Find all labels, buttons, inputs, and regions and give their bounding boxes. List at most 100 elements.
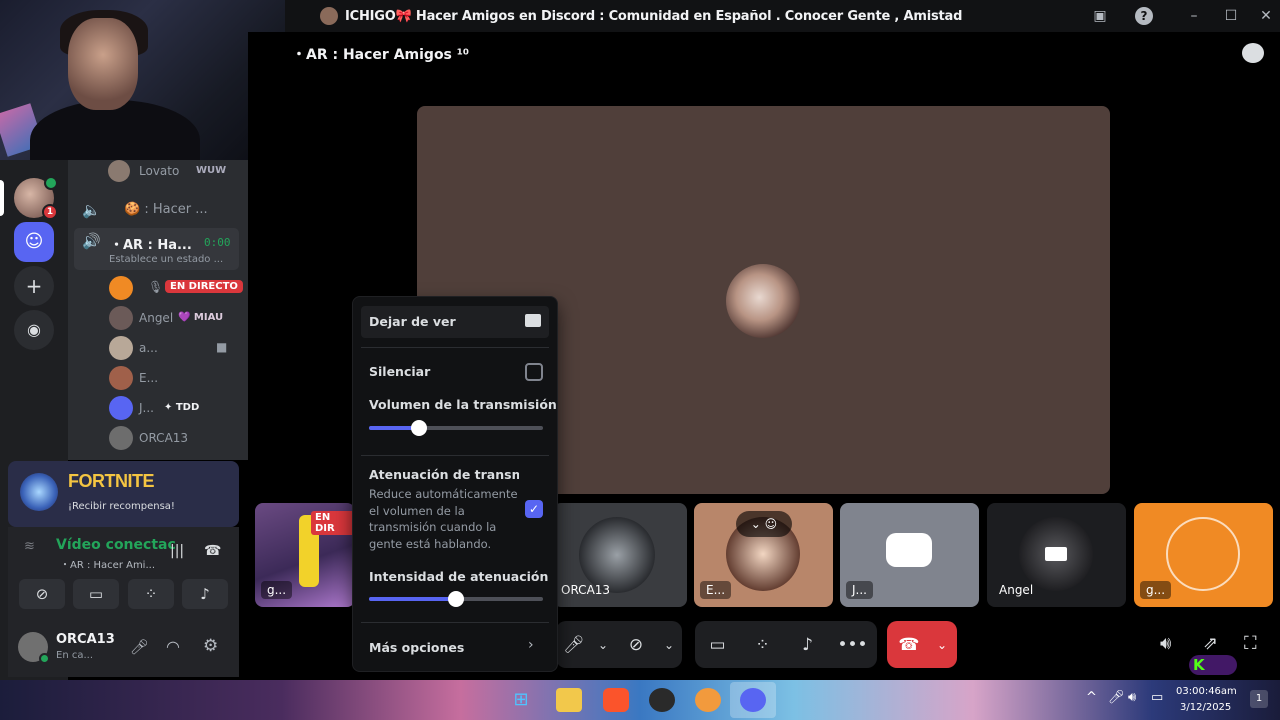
speaker-active-icon: 🔊 <box>82 232 101 250</box>
settings-gear-icon[interactable]: ⚙ <box>203 636 218 656</box>
voice-channel-item[interactable]: 🍪 : Hacer ... <box>124 202 208 217</box>
stream-volume-label: Volumen de la transmisión <box>369 397 557 412</box>
noise-suppression-icon[interactable]: ||| <box>170 543 184 559</box>
discord-home-icon[interactable]: ☺ <box>14 222 54 262</box>
camera-options-chevron-icon[interactable]: ⌄ <box>658 638 680 652</box>
mic-icon[interactable]: 🎤︎ <box>130 638 149 656</box>
fullscreen-icon[interactable]: ⛶ <box>1244 633 1257 654</box>
clock-date[interactable]: 3/12/2025 <box>1180 702 1231 713</box>
mention-badge: 1 <box>42 204 58 220</box>
maximize-button[interactable]: ☐ <box>1222 7 1240 25</box>
member-name[interactable]: a... <box>139 341 158 355</box>
member-name[interactable]: J... <box>139 401 154 415</box>
volume-icon[interactable]: 🔊︎ <box>1160 633 1171 654</box>
online-status-dot <box>39 653 50 664</box>
mic-button[interactable]: 🎤︎ <box>556 635 592 655</box>
chevron-right-icon[interactable]: › <box>528 637 534 653</box>
close-button[interactable]: ✕ <box>1257 7 1275 25</box>
tray-volume-icon[interactable]: 🔊︎ <box>1128 690 1136 705</box>
mute-label: Silenciar <box>369 364 431 379</box>
inbox-icon[interactable]: ▣ <box>1091 7 1109 25</box>
screenshare-button[interactable]: ▭ <box>73 579 119 609</box>
participant-tile[interactable]: ⌄ ☺ E... <box>694 503 833 607</box>
video-badge <box>44 176 58 190</box>
participant-tile[interactable]: g... <box>1134 503 1273 607</box>
obs-icon[interactable] <box>649 688 675 712</box>
avatar <box>109 426 133 450</box>
windows-start-icon[interactable]: ⊞ <box>508 688 534 712</box>
notification-center-icon[interactable]: 1 <box>1250 690 1268 708</box>
mute-checkbox[interactable] <box>525 363 543 381</box>
attenuation-checkbox[interactable]: ✓ <box>525 500 543 518</box>
stop-stream-icon <box>525 314 541 327</box>
set-status-hint[interactable]: Establece un estado ... <box>109 254 223 265</box>
window-title: ICHIGO🎀 Hacer Amigos en Discord : Comuni… <box>345 8 965 24</box>
server-icon <box>320 7 338 25</box>
attenuation-intensity-slider[interactable] <box>369 591 543 607</box>
slider-knob[interactable] <box>448 591 464 607</box>
add-server-icon[interactable]: + <box>14 266 54 306</box>
participant-tile[interactable]: Angel <box>987 503 1126 607</box>
file-explorer-icon[interactable] <box>556 688 582 712</box>
more-options-icon[interactable]: ••• <box>830 635 875 655</box>
hangup-options-chevron-icon[interactable]: ⌄ <box>931 638 953 652</box>
participant-tile[interactable]: ORCA13 <box>553 503 687 607</box>
clock-time[interactable]: 03:00:46am <box>1176 686 1237 697</box>
participant-tile[interactable]: J... <box>840 503 979 607</box>
tray-mic-icon[interactable]: 🎤︎ <box>1108 690 1125 705</box>
connection-status: Vídeo conectac <box>56 537 176 553</box>
user-name: ORCA13 <box>56 632 115 647</box>
tray-network-icon[interactable]: ▭ <box>1151 690 1163 705</box>
mic-options-chevron-icon[interactable]: ⌄ <box>592 638 614 652</box>
screenshare-button[interactable]: ▭ <box>695 635 740 655</box>
divider <box>361 347 549 348</box>
member-name[interactable]: ORCA13 <box>139 431 188 445</box>
mic-camera-controls: 🎤︎ ⌄ ⊘ ⌄ <box>556 621 682 668</box>
tray-chevron-icon[interactable]: ^ <box>1086 690 1097 705</box>
member-name[interactable]: Angel <box>139 311 173 325</box>
signal-icon[interactable]: ≋ <box>24 539 35 554</box>
stream-tile[interactable]: EN DIR g... <box>255 503 355 607</box>
discord-taskbar-icon[interactable] <box>740 688 766 712</box>
explore-icon[interactable]: ◉ <box>14 310 54 350</box>
stream-volume-slider[interactable] <box>369 420 543 436</box>
more-options-label[interactable]: Más opciones <box>369 640 464 655</box>
avatar <box>109 276 133 300</box>
channel-list: Lovato WUW 🔈 🍪 : Hacer ... 🔊 ・AR : Ha...… <box>68 160 248 460</box>
brave-browser-icon[interactable] <box>603 688 629 712</box>
headset-icon[interactable]: ◠ <box>166 637 180 656</box>
popout-icon[interactable]: ⇗ <box>1203 633 1218 654</box>
soundboard-button[interactable]: ♪ <box>785 635 830 655</box>
hangup-button[interactable]: ☎ <box>887 635 931 655</box>
help-icon[interactable]: ? <box>1135 7 1153 25</box>
member-name[interactable]: E... <box>139 371 158 385</box>
webcam-overlay <box>0 0 285 160</box>
call-timer: 0:00 <box>204 236 231 249</box>
minimize-button[interactable]: – <box>1185 7 1203 25</box>
fl-studio-icon[interactable] <box>695 688 721 712</box>
game-icon <box>20 473 58 511</box>
stop-watching-label: Dejar de ver <box>369 314 456 329</box>
live-badge: EN DIR <box>311 511 355 535</box>
avatar <box>109 396 133 420</box>
game-title: FORTNITE <box>68 471 155 491</box>
tile-overlay-controls[interactable]: ⌄ ☺ <box>736 511 792 537</box>
chat-bubble-icon[interactable] <box>1242 43 1264 63</box>
mic-off-icon: 🎙 <box>148 280 164 294</box>
kick-logo-icon: K <box>1189 655 1237 675</box>
user-avatar[interactable] <box>18 632 50 664</box>
member-tag: WUW <box>196 165 227 176</box>
activities-button[interactable]: ⁘ <box>740 635 785 655</box>
slider-knob[interactable] <box>411 420 428 436</box>
tile-name: g... <box>1140 581 1172 599</box>
attenuation-title: Atenuación de transmisi... <box>369 467 519 482</box>
soundboard-button[interactable]: ♪ <box>182 579 228 609</box>
quest-promo[interactable]: FORTNITE ¡Recibir recompensa! <box>8 461 239 527</box>
server-icon-a[interactable]: 1 <box>14 176 58 220</box>
disconnect-icon[interactable]: ☎ <box>204 543 221 559</box>
activities-button[interactable]: ⁘ <box>128 579 174 609</box>
camera-off-button[interactable]: ⊘ <box>19 579 65 609</box>
attenuation-intensity-label: Intensidad de atenuación de ... <box>369 569 549 584</box>
camera-off-button[interactable]: ⊘ <box>614 635 658 655</box>
slider-fill <box>369 597 456 601</box>
